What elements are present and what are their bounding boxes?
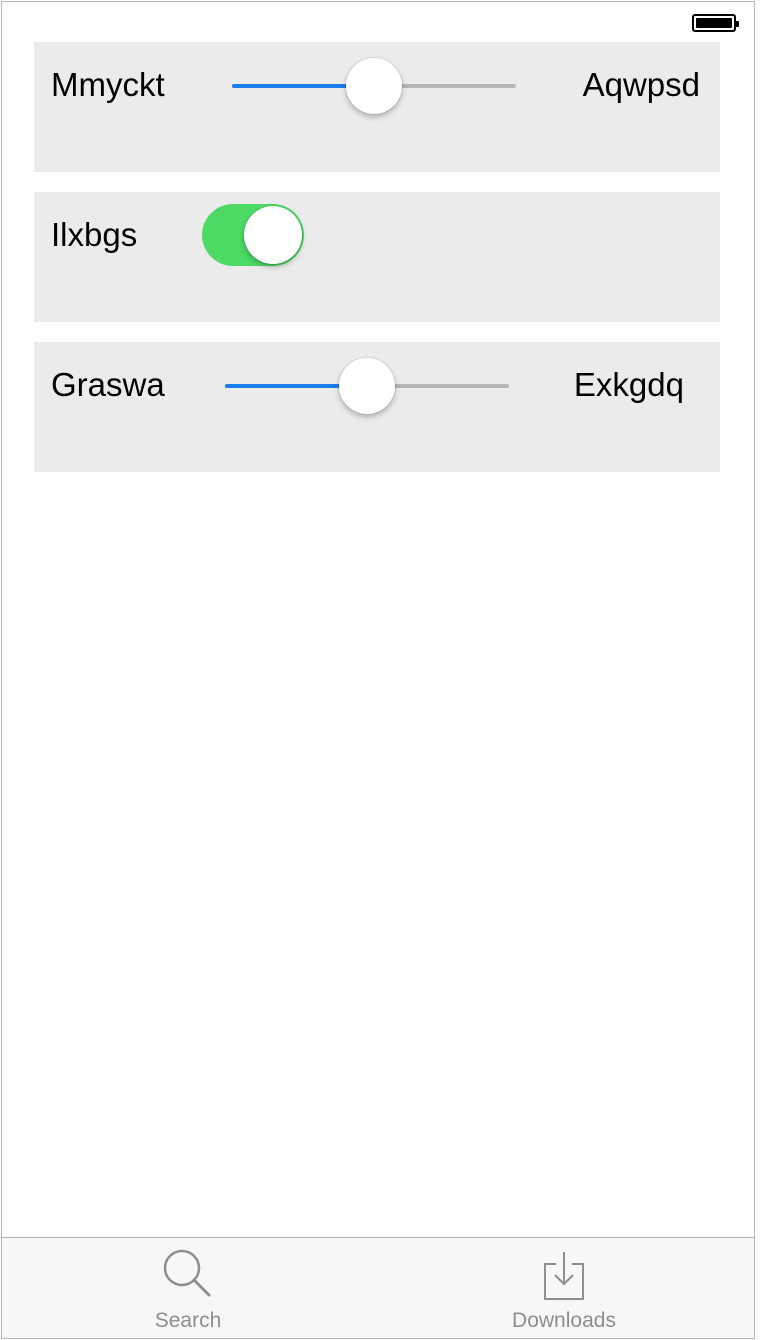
switch-row-ilxbgs: Ilxbgs xyxy=(34,192,720,322)
download-icon xyxy=(544,1252,584,1300)
mmyckt-slider[interactable] xyxy=(232,56,516,116)
slider-min-label: Mmyckt xyxy=(51,66,165,103)
slider-max-label: Aqwpsd xyxy=(582,66,700,103)
slider-row-graswa: Graswa Exkgdq xyxy=(34,342,720,472)
switch-label: Ilxbgs xyxy=(51,216,138,253)
app-window: Mmyckt Aqwpsd Ilxbgs Graswa Exkgdq Searc… xyxy=(1,1,755,1339)
search-icon xyxy=(163,1249,211,1297)
slider-thumb[interactable] xyxy=(339,358,395,414)
slider-row-mmyckt: Mmyckt Aqwpsd xyxy=(34,42,720,172)
switch-knob xyxy=(244,206,302,264)
slider-thumb[interactable] xyxy=(346,58,402,114)
tab-label: Search xyxy=(154,1309,222,1332)
tab-bar: Search Downloads xyxy=(2,1237,754,1338)
ilxbgs-switch[interactable] xyxy=(202,204,304,266)
graswa-slider[interactable] xyxy=(225,356,509,416)
tab-search[interactable]: Search xyxy=(98,1238,278,1338)
tab-downloads[interactable]: Downloads xyxy=(474,1238,654,1338)
slider-min-label: Graswa xyxy=(51,366,165,403)
battery-icon xyxy=(692,14,739,32)
slider-max-label: Exkgdq xyxy=(573,366,684,403)
tab-label: Downloads xyxy=(512,1309,616,1332)
